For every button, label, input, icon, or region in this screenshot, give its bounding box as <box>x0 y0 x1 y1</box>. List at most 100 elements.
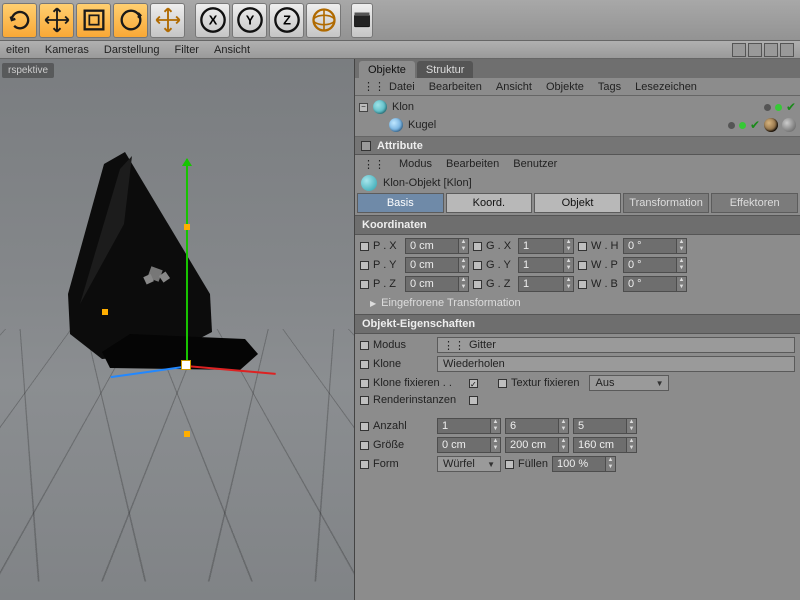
viewport-model[interactable] <box>40 144 285 379</box>
enable-check-icon[interactable]: ✔ <box>750 118 760 132</box>
tool-move-icon[interactable] <box>39 3 74 38</box>
viewport-nav-icon[interactable] <box>748 43 762 57</box>
origin-handle[interactable] <box>181 360 191 370</box>
input-groesse-y[interactable]: ▲▼ <box>505 437 569 453</box>
input-gy[interactable]: ▲▼ <box>518 257 574 273</box>
view-menubar: eiten Kameras Darstellung Filter Ansicht <box>0 41 800 59</box>
enable-check-icon[interactable]: ✔ <box>786 100 796 114</box>
select-modus[interactable]: ⋮⋮Gitter <box>437 337 795 353</box>
handle-dot[interactable] <box>184 224 190 230</box>
atab-basis[interactable]: Basis <box>357 193 444 213</box>
param-anim-toggle[interactable] <box>360 422 369 431</box>
frozen-transform-disclosure[interactable]: ▶Eingefrorene Transformation <box>360 295 795 311</box>
param-anim-toggle[interactable] <box>498 379 507 388</box>
checkbox-klonefix[interactable] <box>469 379 478 388</box>
viewport-3d[interactable]: rspektive <box>0 59 355 600</box>
menu-item[interactable]: Benutzer <box>513 158 557 170</box>
input-groesse-z[interactable]: ▲▼ <box>573 437 637 453</box>
handle-dot[interactable] <box>102 309 108 315</box>
panel-toggle-icon[interactable] <box>361 141 371 151</box>
menu-item[interactable]: Bearbeiten <box>446 158 499 170</box>
atab-effektoren[interactable]: Effektoren <box>711 193 798 213</box>
input-groesse-x[interactable]: ▲▼ <box>437 437 501 453</box>
menu-item[interactable]: Filter <box>175 44 199 56</box>
menu-item[interactable]: Objekte <box>546 81 584 93</box>
menu-item[interactable]: Kameras <box>45 44 89 56</box>
tool-rotate-icon[interactable] <box>113 3 148 38</box>
layer-dot-icon[interactable] <box>764 104 771 111</box>
panel-grip-icon[interactable]: ⋮⋮ <box>363 80 375 93</box>
viewport-nav-icon[interactable] <box>764 43 778 57</box>
tool-move2-icon[interactable] <box>150 3 185 38</box>
atab-koord[interactable]: Koord. <box>446 193 533 213</box>
input-px[interactable]: ▲▼ <box>405 238 469 254</box>
phong-tag-icon[interactable] <box>782 118 796 132</box>
viewport-nav-icon[interactable] <box>732 43 746 57</box>
tool-axis-y-icon[interactable]: Y <box>232 3 267 38</box>
menu-item[interactable]: Tags <box>598 81 621 93</box>
param-anim-toggle[interactable] <box>360 441 369 450</box>
atab-transform[interactable]: Transformation <box>623 193 710 213</box>
param-anim-toggle[interactable] <box>473 242 482 251</box>
input-anzahl-y[interactable]: ▲▼ <box>505 418 569 434</box>
select-form[interactable]: Würfel▼ <box>437 456 501 472</box>
tree-row-klon[interactable]: − Klon ✔ <box>355 98 800 116</box>
menu-item[interactable]: Ansicht <box>496 81 532 93</box>
atab-objekt[interactable]: Objekt <box>534 193 621 213</box>
material-tag-icon[interactable] <box>764 118 778 132</box>
input-pz[interactable]: ▲▼ <box>405 276 469 292</box>
param-anim-toggle[interactable] <box>473 280 482 289</box>
param-anim-toggle[interactable] <box>578 261 587 270</box>
svg-text:Z: Z <box>283 13 291 28</box>
input-anzahl-z[interactable]: ▲▼ <box>573 418 637 434</box>
menu-item[interactable]: Datei <box>389 81 415 93</box>
tool-render-icon[interactable] <box>351 3 373 38</box>
menu-item[interactable]: Modus <box>399 158 432 170</box>
tab-structure[interactable]: Struktur <box>417 61 474 78</box>
input-fuellen[interactable]: ▲▼ <box>552 456 616 472</box>
menu-item[interactable]: Lesezeichen <box>635 81 697 93</box>
input-wp[interactable]: ▲▼ <box>623 257 687 273</box>
tool-undo-icon[interactable] <box>2 3 37 38</box>
param-anim-toggle[interactable] <box>578 280 587 289</box>
menu-item[interactable]: Bearbeiten <box>429 81 482 93</box>
param-anim-toggle[interactable] <box>360 242 369 251</box>
param-anim-toggle[interactable] <box>473 261 482 270</box>
input-anzahl-x[interactable]: ▲▼ <box>437 418 501 434</box>
checkbox-renderinst[interactable] <box>469 396 478 405</box>
menu-item[interactable]: Ansicht <box>214 44 250 56</box>
select-klone[interactable]: Wiederholen <box>437 356 795 372</box>
select-texturfix[interactable]: Aus▼ <box>589 375 669 391</box>
input-wh[interactable]: ▲▼ <box>623 238 687 254</box>
param-anim-toggle[interactable] <box>360 460 369 469</box>
menu-item[interactable]: eiten <box>6 44 30 56</box>
viewport-nav-icon[interactable] <box>780 43 794 57</box>
input-gx[interactable]: ▲▼ <box>518 238 574 254</box>
tool-axis-z-icon[interactable]: Z <box>269 3 304 38</box>
tree-item-label: Klon <box>392 101 452 113</box>
menu-item[interactable]: Darstellung <box>104 44 160 56</box>
tool-scale-icon[interactable] <box>76 3 111 38</box>
param-anim-toggle[interactable] <box>360 379 369 388</box>
handle-dot[interactable] <box>184 431 190 437</box>
layer-dot-icon[interactable] <box>739 122 746 129</box>
panel-grip-icon[interactable]: ⋮⋮ <box>363 158 385 171</box>
input-gz[interactable]: ▲▼ <box>518 276 574 292</box>
tab-objects[interactable]: Objekte <box>359 61 415 78</box>
tree-row-kugel[interactable]: Kugel ✔ <box>355 116 800 134</box>
layer-dot-icon[interactable] <box>775 104 782 111</box>
tool-world-icon[interactable] <box>306 3 341 38</box>
param-anim-toggle[interactable] <box>505 460 514 469</box>
param-anim-toggle[interactable] <box>360 341 369 350</box>
input-wb[interactable]: ▲▼ <box>623 276 687 292</box>
param-anim-toggle[interactable] <box>360 280 369 289</box>
input-py[interactable]: ▲▼ <box>405 257 469 273</box>
param-anim-toggle[interactable] <box>360 360 369 369</box>
param-anim-toggle[interactable] <box>360 261 369 270</box>
param-anim-toggle[interactable] <box>360 396 369 405</box>
param-anim-toggle[interactable] <box>578 242 587 251</box>
axis-y-gizmo[interactable] <box>186 159 188 369</box>
tool-axis-x-icon[interactable]: X <box>195 3 230 38</box>
layer-dot-icon[interactable] <box>728 122 735 129</box>
tree-expand-icon[interactable]: − <box>359 103 368 112</box>
